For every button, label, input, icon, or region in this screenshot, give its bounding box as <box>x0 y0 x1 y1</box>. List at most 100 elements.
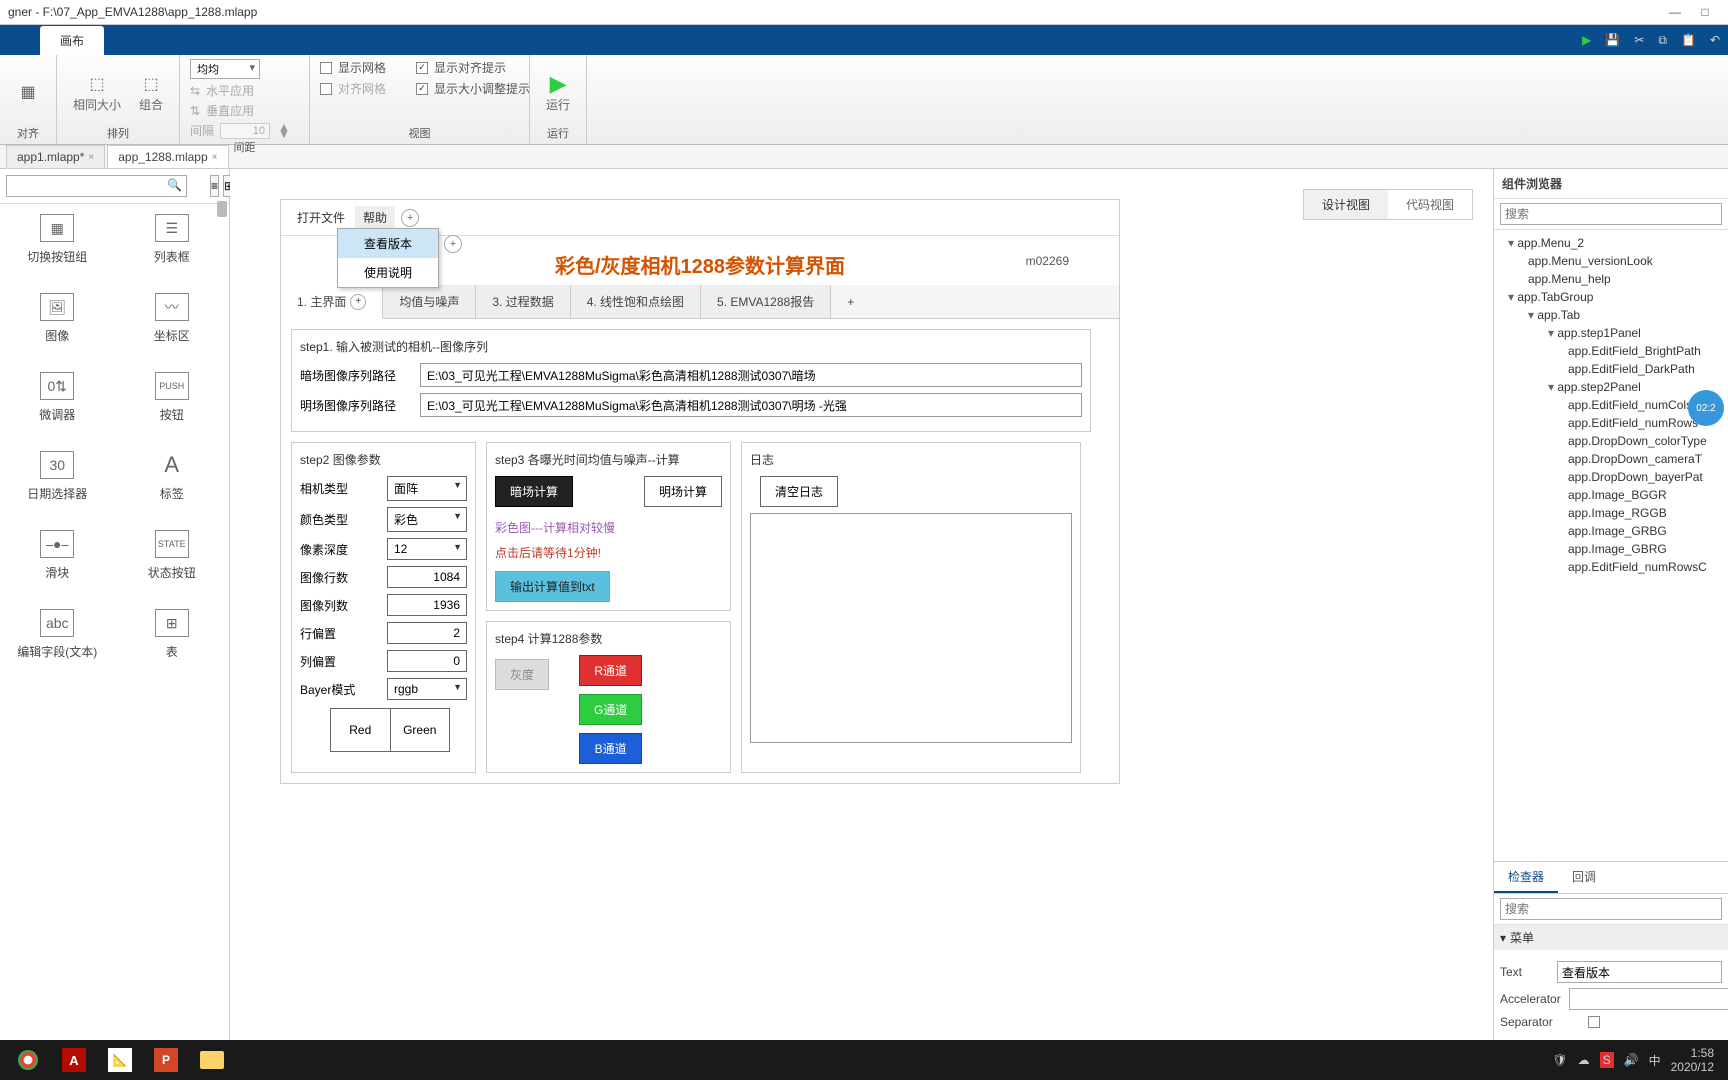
minimize-icon[interactable]: — <box>1660 5 1690 19</box>
tree-item[interactable]: app.EditField_BrightPath <box>1494 342 1728 360</box>
tree-item[interactable]: app.Image_BGGR <box>1494 486 1728 504</box>
cut-icon[interactable]: ✂ <box>1634 33 1644 48</box>
save-icon[interactable]: 💾 <box>1605 33 1620 48</box>
close-icon[interactable]: × <box>212 152 218 163</box>
coloff-input[interactable] <box>387 650 467 672</box>
component-tree[interactable]: app.Menu_2app.Menu_versionLookapp.Menu_h… <box>1494 230 1728 861</box>
apptab-process[interactable]: 3. 过程数据 <box>476 285 570 318</box>
browser-search-input[interactable] <box>1500 203 1722 225</box>
rchannel-button[interactable]: R通道 <box>579 655 642 686</box>
align-hint-checkbox[interactable] <box>416 62 428 74</box>
export-button[interactable]: 输出计算值到txt <box>495 571 610 602</box>
cols-input[interactable] <box>387 594 467 616</box>
cameratype-select[interactable]: 面阵 <box>387 476 467 501</box>
tree-item[interactable]: app.TabGroup <box>1494 288 1728 306</box>
distribute-combo[interactable]: 均均 <box>190 59 260 79</box>
design-view-tab[interactable]: 设计视图 <box>1304 190 1388 219</box>
tray-icon[interactable]: 🛡 <box>1552 1053 1567 1067</box>
tree-item[interactable]: app.Image_GBRG <box>1494 540 1728 558</box>
tree-item[interactable]: app.Image_RGGB <box>1494 504 1728 522</box>
tray-icon[interactable]: 🔊 <box>1624 1053 1639 1067</box>
tree-item[interactable]: app.step1Panel <box>1494 324 1728 342</box>
snap-grid-checkbox[interactable] <box>320 83 332 95</box>
tree-item[interactable]: app.step2Panel <box>1494 378 1728 396</box>
colortype-select[interactable]: 彩色 <box>387 507 467 532</box>
tray-ime[interactable]: 中 <box>1649 1052 1661 1069</box>
pixdepth-select[interactable]: 12 <box>387 538 467 560</box>
ribbon-tab-canvas[interactable]: 画布 <box>40 26 104 55</box>
comp-image[interactable]: 🖼图像 <box>12 293 102 344</box>
taskbar-pdf[interactable]: A <box>52 1044 96 1076</box>
log-textarea[interactable] <box>750 513 1072 743</box>
add-menu-icon[interactable]: + <box>401 209 419 227</box>
filetab-app1288[interactable]: app_1288.mlapp× <box>107 145 228 168</box>
system-tray[interactable]: 🛡 ☁ S 🔊 中 1:58 2020/12 <box>1552 1046 1722 1074</box>
menu-openfile[interactable]: 打开文件 <box>289 206 353 229</box>
design-canvas[interactable]: 设计视图 代码视图 打开文件 帮助 + 查看版本+ 使用说明 彩色/灰度相机12… <box>230 169 1493 1040</box>
maximize-icon[interactable]: □ <box>1690 5 1720 19</box>
darkcalc-button[interactable]: 暗场计算 <box>495 476 573 507</box>
scrollbar-thumb[interactable] <box>217 201 227 217</box>
comp-label[interactable]: A标签 <box>127 451 217 502</box>
add-submenu-icon[interactable]: + <box>444 235 462 253</box>
tray-icon[interactable]: S <box>1600 1052 1614 1068</box>
tree-item[interactable]: app.EditField_DarkPath <box>1494 360 1728 378</box>
paste-icon[interactable]: 📋 <box>1681 33 1696 48</box>
gray-button[interactable]: 灰度 <box>495 659 549 690</box>
comp-spinner[interactable]: 0⇅微调器 <box>12 372 102 423</box>
add-tab-icon[interactable]: + <box>350 294 366 310</box>
brightpath-input[interactable] <box>420 393 1082 417</box>
tree-item[interactable]: app.DropDown_bayerPat <box>1494 468 1728 486</box>
menu-section[interactable]: ▾菜单 <box>1494 925 1728 950</box>
comp-togglebuttongroup[interactable]: ▦切换按钮组 <box>12 214 102 265</box>
bayer-select[interactable]: rggb <box>387 678 467 700</box>
tree-item[interactable]: app.Menu_2 <box>1494 234 1728 252</box>
list-view-icon[interactable]: ≡ <box>210 175 219 197</box>
taskbar-matlab[interactable]: 📐 <box>98 1044 142 1076</box>
apptab-linear[interactable]: 4. 线性饱和点绘图 <box>571 285 701 318</box>
taskbar-chrome[interactable] <box>6 1044 50 1076</box>
comp-slider[interactable]: ⎯●⎯滑块 <box>12 530 102 581</box>
prop-sep-checkbox[interactable] <box>1588 1016 1600 1028</box>
comp-table[interactable]: ⊞表 <box>127 609 217 660</box>
group-button[interactable]: ⬚组合 <box>133 70 169 115</box>
tray-icon[interactable]: ☁ <box>1578 1053 1590 1067</box>
prop-text-input[interactable] <box>1557 961 1722 983</box>
add-tab-button[interactable]: + <box>831 285 870 318</box>
comp-axes[interactable]: 〰坐标区 <box>127 293 217 344</box>
show-grid-checkbox[interactable] <box>320 62 332 74</box>
menu-help[interactable]: 帮助 <box>355 206 395 229</box>
taskbar-powerpoint[interactable]: P <box>144 1044 188 1076</box>
tree-item[interactable]: app.DropDown_cameraT <box>1494 450 1728 468</box>
filetab-app1[interactable]: app1.mlapp*× <box>6 145 105 168</box>
comp-listbox[interactable]: ☰列表框 <box>127 214 217 265</box>
code-view-tab[interactable]: 代码视图 <box>1388 190 1472 219</box>
tree-item[interactable]: app.Menu_help <box>1494 270 1728 288</box>
gchannel-button[interactable]: G通道 <box>579 694 642 725</box>
tree-item[interactable]: app.Tab <box>1494 306 1728 324</box>
tree-item[interactable]: app.Menu_versionLook <box>1494 252 1728 270</box>
apptab-report[interactable]: 5. EMVA1288报告 <box>701 285 831 318</box>
tree-item[interactable]: app.Image_GRBG <box>1494 522 1728 540</box>
callback-tab[interactable]: 回调 <box>1558 862 1610 893</box>
inspector-search-input[interactable] <box>1500 898 1722 920</box>
bchannel-button[interactable]: B通道 <box>579 733 642 764</box>
clearlog-button[interactable]: 清空日志 <box>760 476 838 507</box>
undo-icon[interactable]: ↶ <box>1710 33 1720 48</box>
brightcalc-button[interactable]: 明场计算 <box>644 476 722 507</box>
comp-statebutton[interactable]: STATE状态按钮 <box>127 530 217 581</box>
darkpath-input[interactable] <box>420 363 1082 387</box>
comp-button[interactable]: PUSH按钮 <box>127 372 217 423</box>
run-button[interactable]: ▶运行 <box>540 70 576 115</box>
taskbar-explorer[interactable] <box>190 1044 234 1076</box>
rowoff-input[interactable] <box>387 622 467 644</box>
comp-datepicker[interactable]: 30日期选择器 <box>12 451 102 502</box>
copy-icon[interactable]: ⧉ <box>1658 33 1667 48</box>
component-search-input[interactable] <box>6 175 187 197</box>
run-icon[interactable]: ▶ <box>1582 33 1591 48</box>
align-button[interactable]: ▦ <box>10 78 46 106</box>
close-icon[interactable]: × <box>88 152 94 163</box>
prop-accel-input[interactable] <box>1569 988 1728 1010</box>
menuitem-version[interactable]: 查看版本+ <box>338 229 438 258</box>
same-size-button[interactable]: ⬚相同大小 <box>67 70 127 115</box>
